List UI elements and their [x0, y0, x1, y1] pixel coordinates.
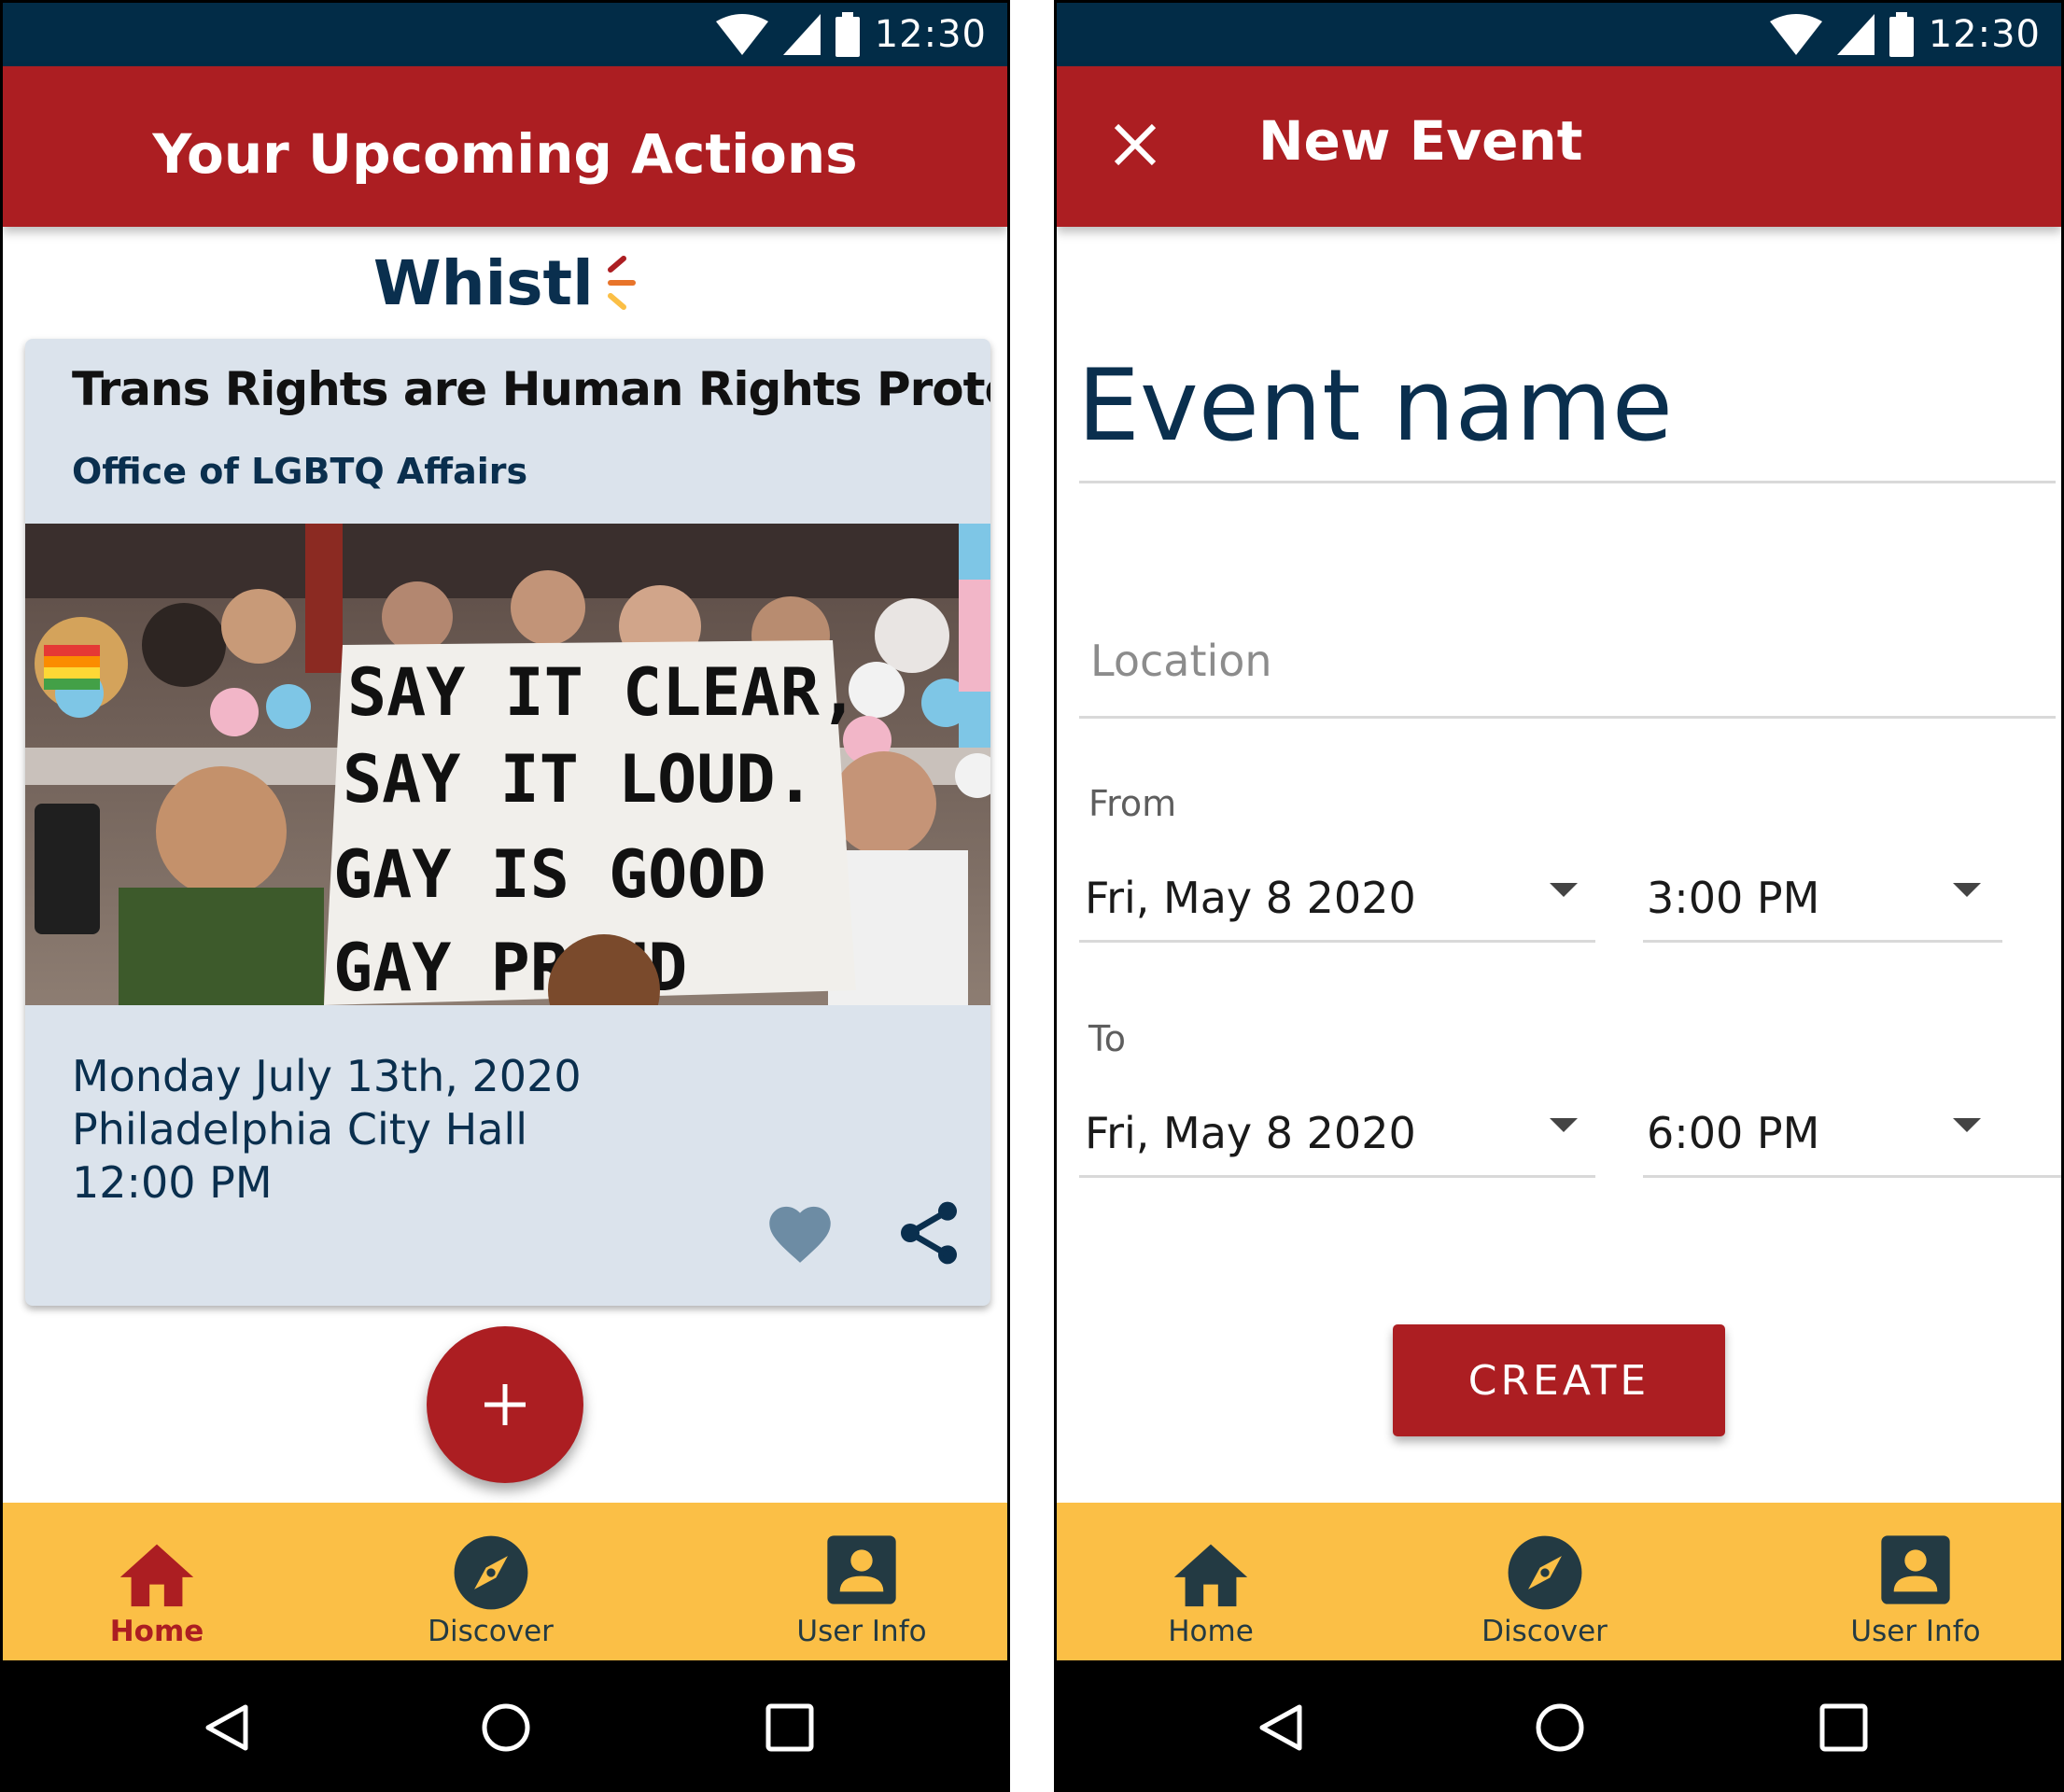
chevron-down-icon[interactable] [1953, 883, 1981, 897]
wifi-icon [1769, 14, 1822, 55]
to-time-select[interactable]: 6:00 PM [1647, 1108, 1819, 1158]
bottom-navigation: Home Discover User Info [1057, 1503, 2061, 1660]
nav-discover-label: Discover [1481, 1615, 1608, 1648]
to-date-select[interactable]: Fri, May 8 2020 [1085, 1108, 1416, 1158]
event-photo: SAY IT CLEAR, SAY IT LOUD. GAY IS GOOD G… [25, 524, 990, 1005]
close-icon[interactable] [1111, 120, 1159, 169]
nav-user-info-label: User Info [796, 1615, 927, 1648]
clock: 12:30 [1928, 13, 2041, 56]
chevron-down-icon[interactable] [1550, 883, 1578, 897]
app-logo: Whistl [3, 247, 1007, 322]
app-bar: New Event [1057, 66, 2061, 227]
to-label: To [1088, 1018, 1127, 1059]
recents-icon[interactable] [1818, 1701, 1870, 1754]
home-icon [1173, 1544, 1248, 1607]
event-organization[interactable]: Office of LGBTQ Affairs [72, 451, 527, 492]
battery-icon [1888, 12, 1914, 57]
page-title: New Event [1258, 109, 1583, 173]
home-circle-icon[interactable] [1534, 1701, 1586, 1754]
to-time-underline [1643, 1175, 2061, 1178]
nav-discover[interactable]: Discover [414, 1503, 568, 1660]
from-label: From [1088, 783, 1177, 824]
from-time-select[interactable]: 3:00 PM [1647, 873, 1819, 923]
heart-icon[interactable] [763, 1197, 837, 1265]
back-icon[interactable] [1255, 1701, 1307, 1754]
compass-icon [454, 1535, 528, 1610]
system-navigation-bar [3, 1660, 1007, 1789]
event-card[interactable]: Trans Rights are Human Rights Protest Of… [25, 339, 990, 1306]
nav-home[interactable]: Home [87, 1503, 227, 1660]
app-bar: Your Upcoming Actions [3, 66, 1007, 227]
create-button[interactable]: CREATE [1393, 1324, 1725, 1436]
nav-home-label: Home [1168, 1615, 1254, 1648]
add-event-button[interactable] [427, 1326, 583, 1483]
sign-line-1: SAY IT CLEAR, [347, 654, 859, 731]
whistle-mark-icon [608, 255, 637, 310]
nav-user-info[interactable]: User Info [1841, 1503, 1990, 1660]
event-date: Monday July 13th, 2020 [72, 1051, 582, 1101]
share-icon[interactable] [892, 1194, 966, 1272]
nav-discover-label: Discover [428, 1615, 554, 1648]
sign-line-3: GAY IS GOOD [333, 836, 766, 913]
chevron-down-icon[interactable] [1953, 1118, 1981, 1132]
back-icon[interactable] [201, 1701, 253, 1754]
logo-text: Whistl [372, 247, 594, 319]
system-navigation-bar [1057, 1660, 2061, 1789]
bottom-navigation: Home Discover User Info [3, 1503, 1007, 1660]
event-details: Monday July 13th, 2020 Philadelphia City… [72, 1050, 582, 1210]
cell-signal-icon [1836, 14, 1874, 55]
clock: 12:30 [874, 13, 987, 56]
to-date-underline [1079, 1175, 1595, 1178]
status-bar: 12:30 [3, 3, 1007, 66]
event-title: Trans Rights are Human Rights Protest [72, 362, 990, 416]
status-bar: 12:30 [1057, 3, 2061, 66]
sign-line-2: SAY IT LOUD. [343, 741, 815, 818]
chevron-down-icon[interactable] [1550, 1118, 1578, 1132]
user-icon [827, 1535, 896, 1604]
nav-discover[interactable]: Discover [1467, 1503, 1622, 1660]
cell-signal-icon [782, 14, 821, 55]
nav-user-info[interactable]: User Info [787, 1503, 936, 1660]
from-date-select[interactable]: Fri, May 8 2020 [1085, 873, 1416, 923]
home-screen: 12:30 Your Upcoming Actions Whistl Trans… [0, 0, 1010, 1792]
protest-photo: SAY IT CLEAR, SAY IT LOUD. GAY IS GOOD G… [25, 524, 990, 1005]
plus-icon [484, 1384, 526, 1425]
battery-icon [835, 12, 860, 57]
recents-icon[interactable] [764, 1701, 816, 1754]
location-underline [1079, 716, 2056, 719]
wifi-icon [715, 14, 768, 55]
user-icon [1881, 1535, 1950, 1604]
new-event-screen: 12:30 New Event Event name Location From… [1054, 0, 2064, 1792]
nav-user-info-label: User Info [1850, 1615, 1981, 1648]
home-circle-icon[interactable] [480, 1701, 532, 1754]
event-location: Philadelphia City Hall [72, 1104, 527, 1155]
from-time-underline [1643, 940, 2002, 943]
page-title: Your Upcoming Actions [152, 122, 858, 186]
nav-home[interactable]: Home [1141, 1503, 1281, 1660]
from-date-underline [1079, 940, 1595, 943]
home-icon [119, 1544, 194, 1607]
event-time: 12:00 PM [72, 1157, 273, 1208]
location-field[interactable]: Location [1090, 636, 1272, 686]
event-name-field[interactable]: Event name [1077, 348, 1673, 463]
event-name-underline [1079, 481, 2056, 483]
nav-home-label: Home [109, 1615, 204, 1648]
compass-icon [1508, 1535, 1582, 1610]
